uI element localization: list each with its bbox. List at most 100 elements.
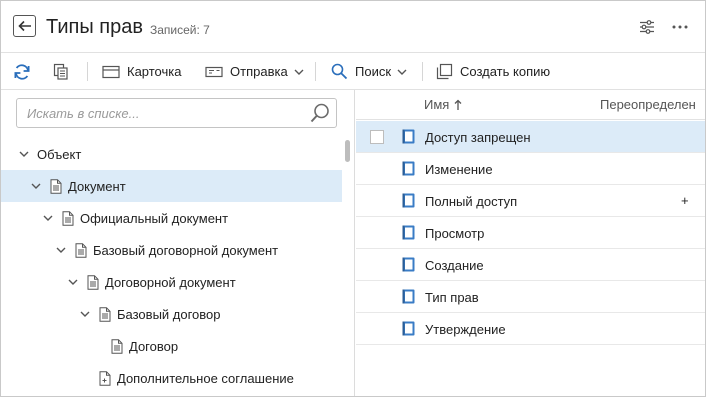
card-icon bbox=[102, 65, 120, 78]
toolbar-divider bbox=[315, 62, 316, 81]
tree-item[interactable]: Документ bbox=[1, 170, 342, 202]
column-name-header[interactable]: Имя bbox=[424, 97, 462, 112]
row-name: Утверждение bbox=[425, 322, 506, 337]
card-label: Карточка bbox=[127, 64, 182, 79]
more-button[interactable] bbox=[668, 15, 692, 39]
chevron-down-icon[interactable] bbox=[67, 276, 79, 288]
tree-item-label: Базовый договор bbox=[117, 306, 221, 322]
tree-item[interactable]: Договорной документ bbox=[1, 266, 342, 298]
search-icon bbox=[310, 103, 329, 123]
copy-icon bbox=[53, 63, 68, 80]
search-dropdown[interactable]: Поиск bbox=[331, 53, 407, 90]
table-row[interactable]: Тип прав bbox=[356, 281, 705, 313]
tree-item[interactable]: Дополнительное соглашение bbox=[1, 362, 342, 394]
column-name-label: Имя bbox=[424, 97, 450, 112]
arrow-left-icon bbox=[17, 20, 31, 32]
document-icon bbox=[111, 338, 123, 354]
more-dots-icon bbox=[672, 25, 688, 29]
rights-type-icon bbox=[402, 193, 415, 211]
table-row[interactable]: Доступ запрещен bbox=[356, 121, 705, 153]
row-name: Просмотр bbox=[425, 226, 485, 241]
rights-type-icon bbox=[402, 129, 415, 147]
document-icon bbox=[87, 274, 99, 290]
create-copy-label: Создать копию bbox=[460, 64, 551, 79]
tree-scrollbar[interactable] bbox=[344, 138, 352, 396]
row-checkbox[interactable] bbox=[370, 130, 384, 144]
tree-item-label: Договорной документ bbox=[105, 274, 236, 290]
tree-item[interactable]: Объект bbox=[1, 138, 342, 170]
column-override-header[interactable]: Переопределен bbox=[600, 97, 696, 112]
search-icon bbox=[331, 63, 348, 80]
chevron-down-icon[interactable] bbox=[18, 148, 30, 160]
tree-item-label: Дополнительное соглашение bbox=[117, 370, 294, 386]
tree-item[interactable]: Договор bbox=[1, 330, 342, 362]
tree-item-label: Объект bbox=[37, 146, 82, 162]
chevron-down-icon[interactable] bbox=[42, 212, 54, 224]
rights-type-icon bbox=[402, 321, 415, 339]
chevron-down-icon[interactable] bbox=[55, 244, 67, 256]
tree-item-label: Базовый договорной документ bbox=[93, 242, 279, 258]
send-icon bbox=[205, 66, 223, 77]
row-name: Изменение bbox=[425, 162, 493, 177]
tree-item[interactable]: Базовый договорной документ bbox=[1, 234, 342, 266]
row-override: + bbox=[681, 193, 689, 208]
rights-type-icon bbox=[402, 289, 415, 307]
table-row[interactable]: Изменение bbox=[356, 153, 705, 185]
rights-grid: Имя Переопределен Доступ запрещен Изменен… bbox=[356, 90, 705, 396]
row-name: Доступ запрещен bbox=[425, 130, 531, 145]
duplicate-icon bbox=[436, 63, 453, 80]
app-window: Типы прав Записей: 7 Карточка Отправка П… bbox=[0, 0, 706, 397]
table-row[interactable]: Просмотр bbox=[356, 217, 705, 249]
card-button[interactable]: Карточка bbox=[102, 53, 181, 90]
table-row[interactable]: Утверждение bbox=[356, 313, 705, 345]
record-count: Записей: 7 bbox=[150, 23, 210, 37]
tree-item[interactable]: Официальный документ bbox=[1, 202, 342, 234]
page-title: Типы прав bbox=[46, 16, 143, 38]
scroll-thumb[interactable] bbox=[345, 140, 350, 162]
settings-button[interactable] bbox=[635, 15, 659, 39]
rights-type-icon bbox=[402, 225, 415, 243]
type-tree: Объект Документ Официальный документ Базовы… bbox=[1, 138, 342, 396]
table-row[interactable]: Полный доступ + bbox=[356, 185, 705, 217]
document-plus-icon bbox=[99, 370, 111, 386]
header: Типы прав Записей: 7 bbox=[1, 1, 705, 52]
document-icon bbox=[99, 306, 111, 322]
rights-type-icon bbox=[402, 161, 415, 179]
search-label: Поиск bbox=[355, 64, 392, 79]
toolbar-divider bbox=[87, 62, 88, 81]
tree-search bbox=[16, 98, 337, 128]
document-icon bbox=[62, 210, 74, 226]
row-name: Создание bbox=[425, 258, 484, 273]
send-label: Отправка bbox=[230, 64, 288, 79]
chevron-down-icon[interactable] bbox=[79, 308, 91, 320]
toolbar-divider bbox=[422, 62, 423, 81]
chevron-down-icon[interactable] bbox=[30, 180, 42, 192]
tree-item-label: Документ bbox=[68, 178, 126, 194]
grid-header: Имя Переопределен bbox=[356, 90, 705, 120]
rights-type-icon bbox=[402, 257, 415, 275]
copy-list-button[interactable] bbox=[53, 53, 69, 90]
chevron-down-icon bbox=[294, 69, 304, 75]
table-row[interactable]: Создание bbox=[356, 249, 705, 281]
tree-item[interactable]: Базовый договор bbox=[1, 298, 342, 330]
row-name: Полный доступ bbox=[425, 194, 518, 209]
refresh-icon bbox=[14, 63, 30, 80]
toolbar: Карточка Отправка Поиск Создать копию bbox=[1, 52, 705, 90]
tree-pane: Объект Документ Официальный документ Базовы… bbox=[1, 90, 355, 396]
refresh-button[interactable] bbox=[13, 53, 31, 90]
document-icon bbox=[50, 178, 62, 194]
create-copy-button[interactable]: Создать копию bbox=[436, 53, 550, 90]
document-icon bbox=[75, 242, 87, 258]
chevron-down-icon bbox=[397, 69, 407, 75]
tree-item-label: Договор bbox=[129, 338, 179, 354]
sort-arrow-up-icon bbox=[454, 99, 462, 110]
tree-item-label: Официальный документ bbox=[80, 210, 229, 226]
tree-search-button[interactable] bbox=[308, 101, 332, 125]
sliders-icon bbox=[640, 20, 654, 34]
send-dropdown[interactable]: Отправка bbox=[205, 53, 304, 90]
tree-search-input[interactable] bbox=[17, 99, 302, 127]
back-button[interactable] bbox=[13, 15, 36, 37]
row-name: Тип прав bbox=[425, 290, 479, 305]
